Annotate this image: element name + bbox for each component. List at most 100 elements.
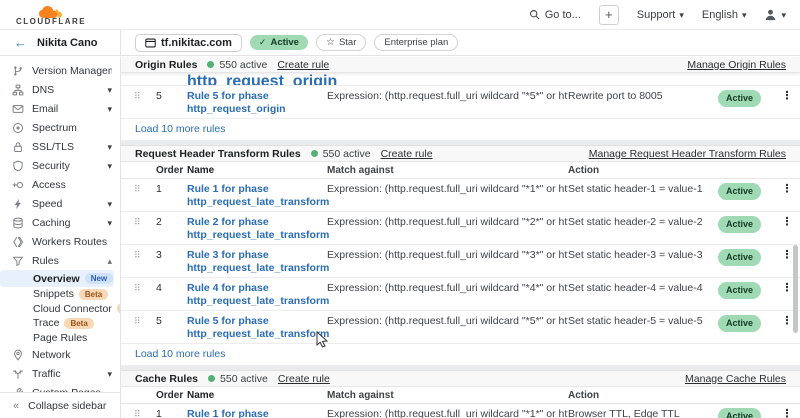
sidebar-item-page-rules[interactable]: Page Rules [0, 331, 120, 346]
top-bar: CLOUDFLARE Go to... + Support English [0, 0, 800, 30]
drag-handle[interactable] [121, 315, 147, 328]
support-menu[interactable]: Support [637, 9, 684, 21]
sidebar-item-dns[interactable]: DNS [0, 80, 120, 99]
table-row[interactable]: 1 Rule 1 for phasehttp_request_late_tran… [121, 179, 800, 212]
domain-name: tf.nikitac.com [161, 37, 232, 49]
rule-name-link[interactable]: Rule 2 for phasehttp_request_late_transf… [187, 216, 327, 241]
create-rule-link[interactable]: Create rule [277, 59, 329, 71]
chevron-down-icon [107, 198, 112, 210]
action-cell: Set static header-3 = value-3 [568, 249, 718, 262]
rule-name-link[interactable]: http_request_origin [187, 73, 327, 86]
load-more-rules-link[interactable]: Load 10 more rules [121, 344, 800, 366]
new-badge: New [85, 273, 113, 284]
star-button[interactable]: Star [316, 34, 366, 51]
add-button[interactable]: + [599, 5, 619, 25]
sidebar-item-caching[interactable]: Caching [0, 213, 120, 232]
transform-rules-header: Request Header Transform Rules 550 activ… [121, 146, 800, 162]
sidebar-item-label: Security [32, 160, 70, 172]
database-icon [12, 216, 25, 229]
section-title: Cache Rules [135, 373, 198, 385]
sidebar-item-traffic[interactable]: Traffic [0, 364, 120, 383]
status-badge: Active [718, 183, 761, 200]
order-cell: 4 [147, 282, 187, 295]
create-rule-link[interactable]: Create rule [381, 148, 433, 160]
sidebar-item-custom-pages[interactable]: Custom Pages [0, 383, 120, 392]
column-action: Action [568, 390, 718, 401]
table-row[interactable]: 2 Rule 2 for phasehttp_request_late_tran… [121, 212, 800, 245]
drag-handle[interactable] [121, 249, 147, 262]
table-row[interactable]: 5 Rule 5 for phasehttp_request_origin Ex… [121, 86, 800, 119]
rule-name-link[interactable]: Rule 5 for phasehttp_request_origin [187, 90, 327, 115]
sidebar-item-snippets[interactable]: Snippets Beta [0, 287, 120, 302]
column-name: Name [187, 390, 327, 401]
language-menu[interactable]: English [702, 9, 747, 21]
collapse-sidebar-button[interactable]: Collapse sidebar [0, 392, 120, 418]
goto-search[interactable]: Go to... [529, 9, 581, 21]
load-more-rules-link[interactable]: Load 10 more rules [121, 119, 800, 141]
match-cell: Expression: (http.request.full_uri wildc… [327, 315, 568, 328]
sidebar-item-workers-routes[interactable]: Workers Routes [0, 232, 120, 251]
sidebar-item-speed[interactable]: Speed [0, 194, 120, 213]
create-rule-link[interactable]: Create rule [278, 373, 330, 385]
back-arrow-icon[interactable] [14, 35, 27, 50]
table-row[interactable]: 1 Rule 1 for phasehttp_request_cache_set… [121, 404, 800, 418]
cloudflare-logo[interactable]: CLOUDFLARE [16, 6, 86, 26]
order-cell: 5 [147, 90, 187, 103]
sidebar-subitem-label: Cloud Connector [33, 303, 112, 315]
match-cell: Expression: (http.request.full_uri wildc… [327, 90, 568, 103]
kebab-menu-icon[interactable] [774, 408, 800, 418]
sidebar-item-cloud-connector[interactable]: Cloud Connector Beta [0, 302, 120, 317]
sidebar-item-version-management[interactable]: Version Management [0, 61, 120, 80]
star-label: Star [339, 37, 356, 48]
kebab-menu-icon[interactable] [774, 216, 800, 229]
drag-handle[interactable] [121, 408, 147, 418]
active-count-label: 550 active [219, 59, 267, 71]
user-menu[interactable] [764, 8, 786, 21]
table-row[interactable]: 5 Rule 5 for phasehttp_request_late_tran… [121, 311, 800, 344]
sidebar-item-rules[interactable]: Rules [0, 251, 120, 270]
kebab-menu-icon[interactable] [774, 183, 800, 196]
sidebar-item-trace[interactable]: Trace Beta [0, 316, 120, 331]
drag-handle[interactable] [121, 183, 147, 196]
filter-icon [12, 254, 25, 267]
table-row[interactable]: 3 Rule 3 for phasehttp_request_late_tran… [121, 245, 800, 278]
rule-name-link[interactable]: Rule 3 for phasehttp_request_late_transf… [187, 249, 327, 274]
status-badge: Active [718, 408, 761, 418]
scrollbar[interactable] [793, 245, 798, 333]
column-match: Match against [327, 390, 568, 401]
search-icon [529, 9, 540, 20]
sidebar-item-label: Traffic [32, 368, 61, 380]
rule-name-link[interactable]: Rule 1 for phasehttp_request_cache_setti… [187, 408, 327, 418]
match-cell: Expression: (http.request.full_uri wildc… [327, 408, 568, 418]
manage-transform-rules-link[interactable]: Manage Request Header Transform Rules [589, 148, 786, 160]
sidebar-item-email[interactable]: Email [0, 99, 120, 118]
drag-handle[interactable] [121, 282, 147, 295]
rule-name-link[interactable]: Rule 1 for phasehttp_request_late_transf… [187, 183, 327, 208]
column-order: Order [147, 390, 187, 401]
manage-origin-rules-link[interactable]: Manage Origin Rules [687, 59, 786, 71]
sidebar-item-access[interactable]: Access [0, 175, 120, 194]
beta-badge: Beta [117, 303, 120, 314]
sidebar-item-overview[interactable]: Overview New [0, 270, 114, 287]
rule-name-link[interactable]: Rule 5 for phasehttp_request_late_transf… [187, 315, 327, 340]
rule-name-link[interactable]: Rule 4 for phasehttp_request_late_transf… [187, 282, 327, 307]
manage-cache-rules-link[interactable]: Manage Cache Rules [685, 373, 786, 385]
star-icon [326, 37, 335, 48]
table-row[interactable]: 4 Rule 4 for phasehttp_request_late_tran… [121, 278, 800, 311]
drag-handle[interactable] [121, 90, 147, 103]
sidebar-item-security[interactable]: Security [0, 156, 120, 175]
active-count: 550 active [207, 59, 267, 71]
sidebar-item-network[interactable]: Network [0, 345, 120, 364]
active-count-label: 550 active [323, 148, 371, 160]
beta-badge: Beta [79, 289, 108, 300]
domain-selector[interactable]: tf.nikitac.com [135, 34, 242, 52]
kebab-menu-icon[interactable] [774, 90, 800, 103]
sidebar-item-ssl-tls[interactable]: SSL/TLS [0, 137, 120, 156]
order-cell: 5 [147, 315, 187, 328]
match-cell: Expression: (http.request.full_uri wildc… [327, 249, 568, 262]
table-row-partial[interactable]: http_request_origin [121, 73, 800, 86]
drag-handle[interactable] [121, 216, 147, 229]
sidebar-subitem-label: Overview [33, 273, 80, 285]
collapse-label: Collapse sidebar [28, 400, 106, 412]
sidebar-item-spectrum[interactable]: Spectrum [0, 118, 120, 137]
